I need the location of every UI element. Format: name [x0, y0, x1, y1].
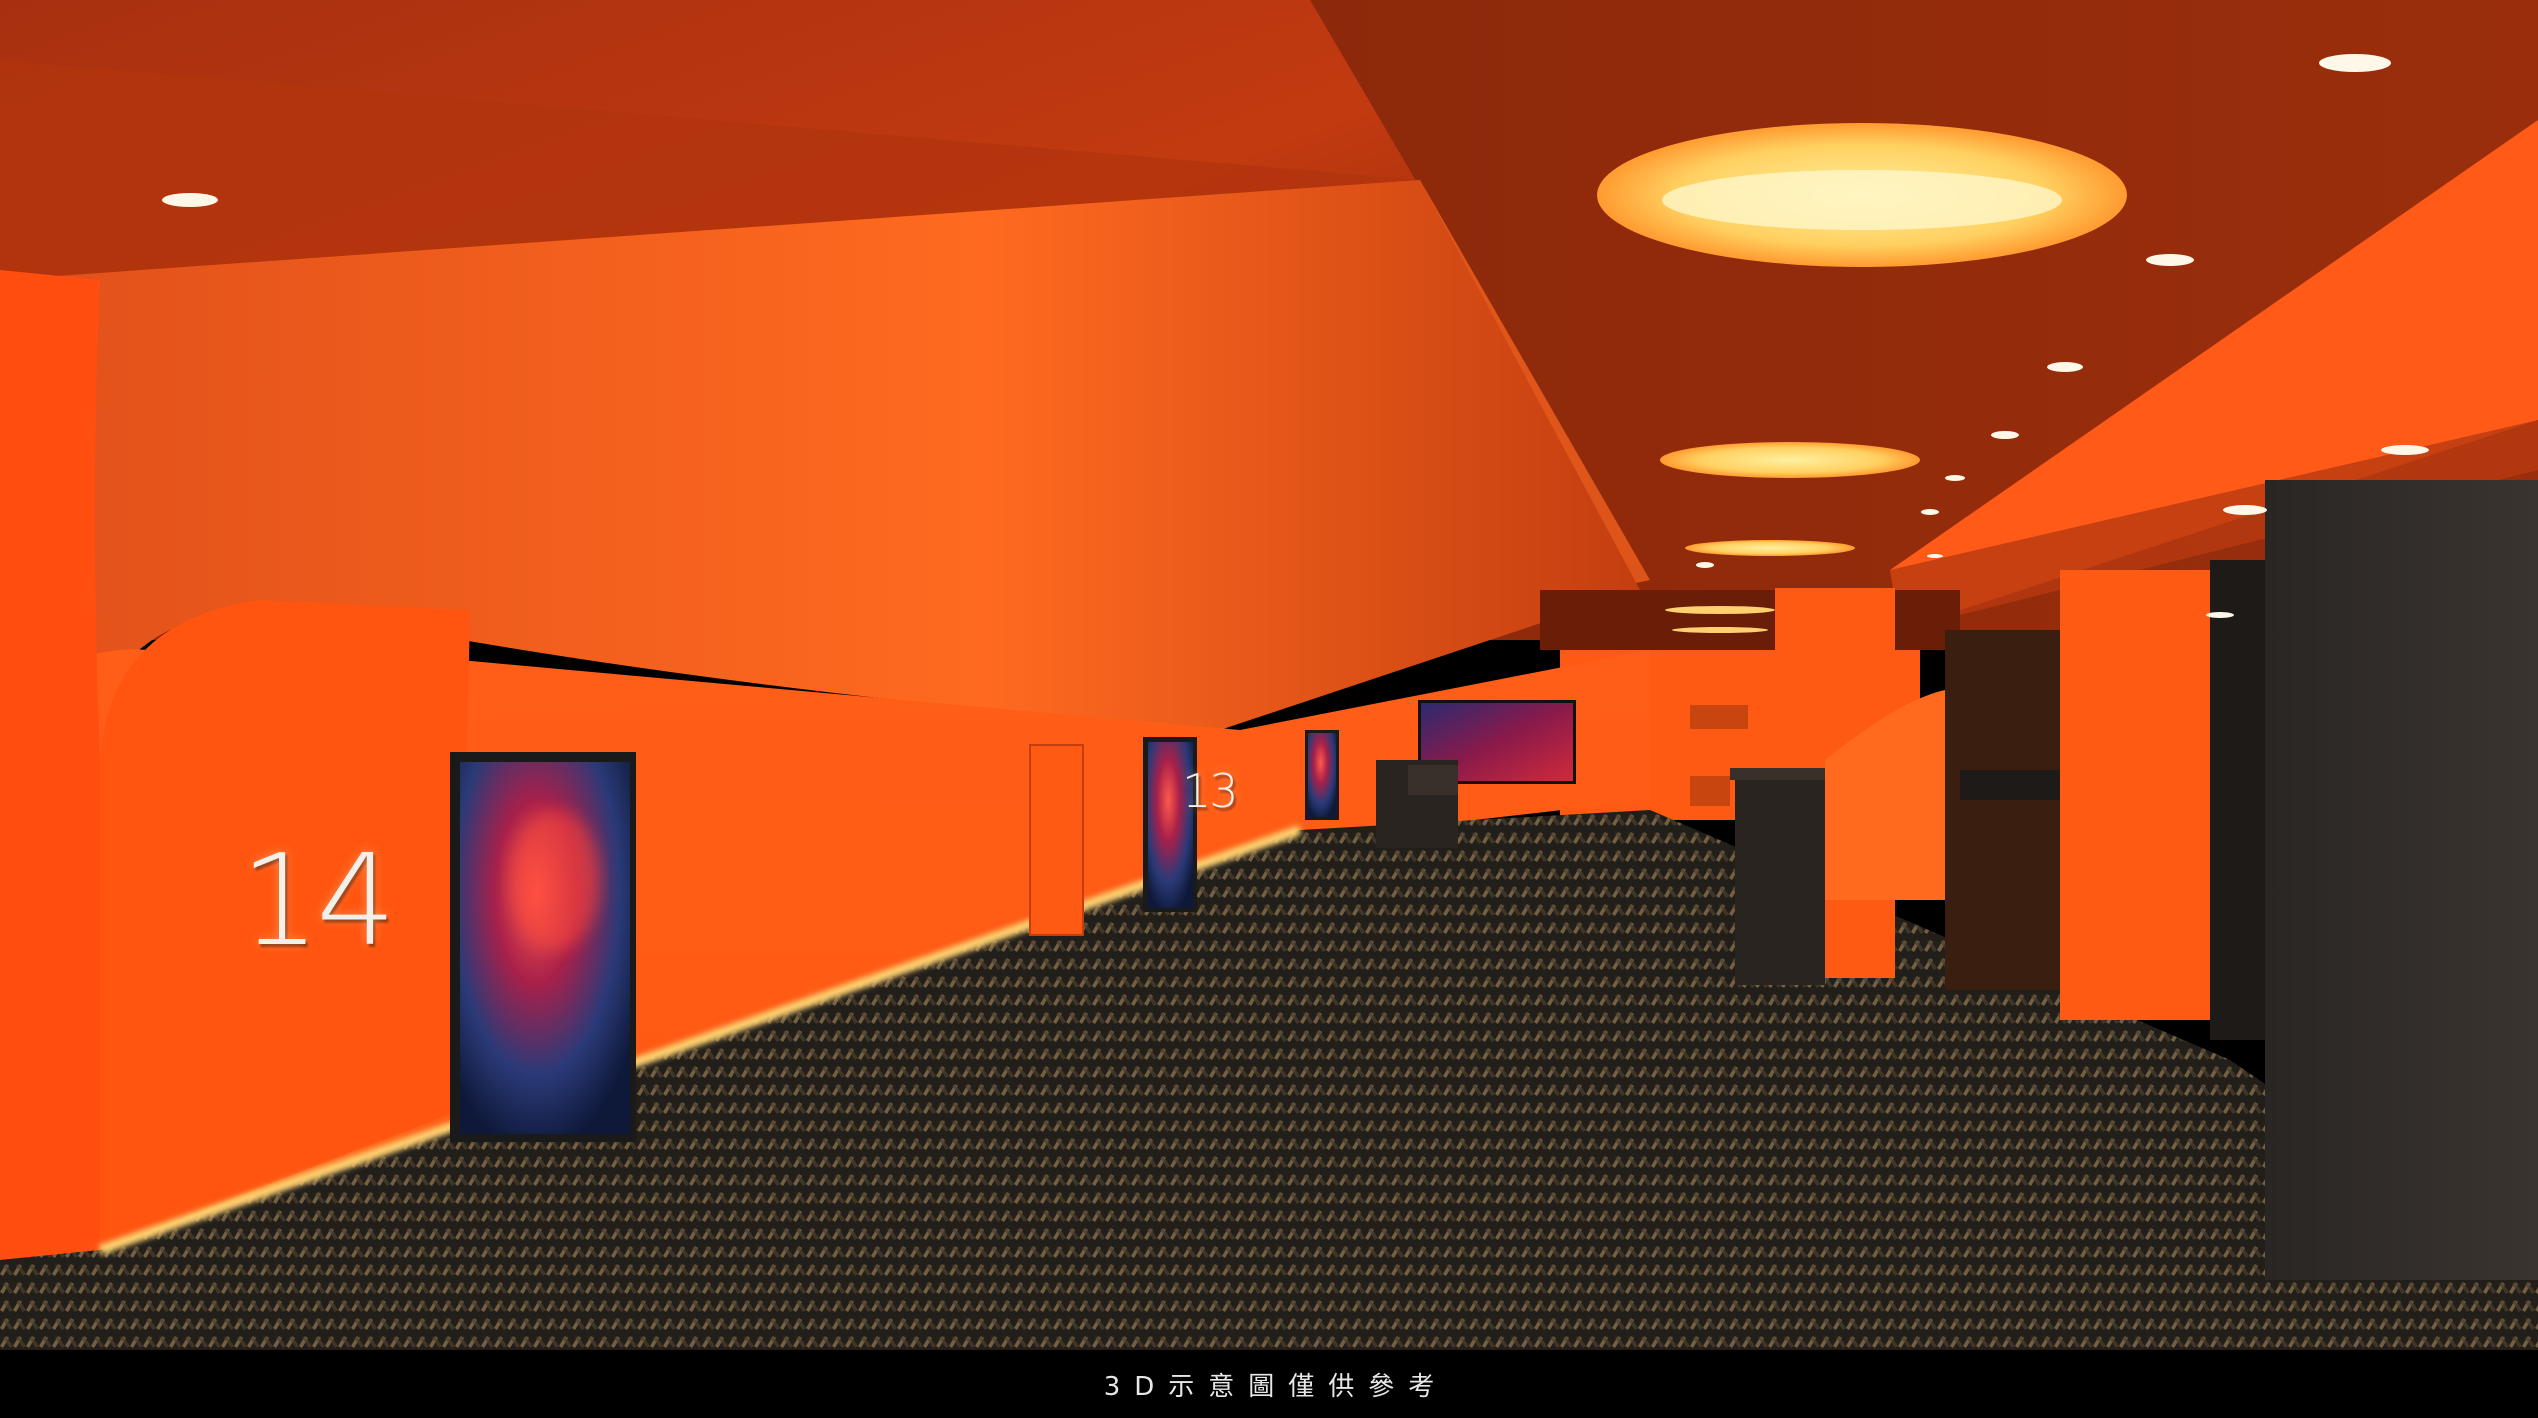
wall-access-door: [1029, 744, 1084, 936]
dark-railing-top: [1730, 768, 1830, 780]
far-ceiling: [1540, 590, 1960, 650]
oval-cove-light-far-1: [1665, 606, 1775, 614]
stair-rail: [1960, 770, 2060, 800]
oval-cove-light-far-2: [1672, 627, 1768, 633]
theatre-number-14: 14: [240, 827, 396, 974]
corridor-render: [0, 0, 2538, 1350]
dark-railing-block: [1735, 775, 1825, 985]
poster-lightbox-14: [450, 752, 636, 1142]
theatre-number-13: 13: [1182, 764, 1239, 818]
cinema-corridor-rendering: 14 13 3D示意圖僅供參考: [0, 0, 2538, 1418]
wall-curve-shade: [0, 270, 100, 1260]
wall-vent-lower: [1690, 776, 1730, 806]
wall-vent: [1690, 705, 1748, 729]
dark-side-wall: [2265, 480, 2538, 1280]
ticket-podium-upper: [1408, 765, 1458, 795]
disclaimer-caption: 3D示意圖僅供參考: [1103, 1371, 1449, 1402]
stair-opening: [1945, 630, 2065, 990]
caption-bar: 3D示意圖僅供參考: [0, 1350, 2538, 1418]
oval-cove-light-large-inner: [1662, 170, 2062, 230]
poster-lightbox-12: [1305, 730, 1339, 820]
oval-cove-light-small: [1685, 540, 1855, 556]
dark-doorway: [2210, 560, 2270, 1040]
column-right-2: [2060, 570, 2210, 1020]
oval-cove-light-mid: [1660, 442, 1920, 478]
